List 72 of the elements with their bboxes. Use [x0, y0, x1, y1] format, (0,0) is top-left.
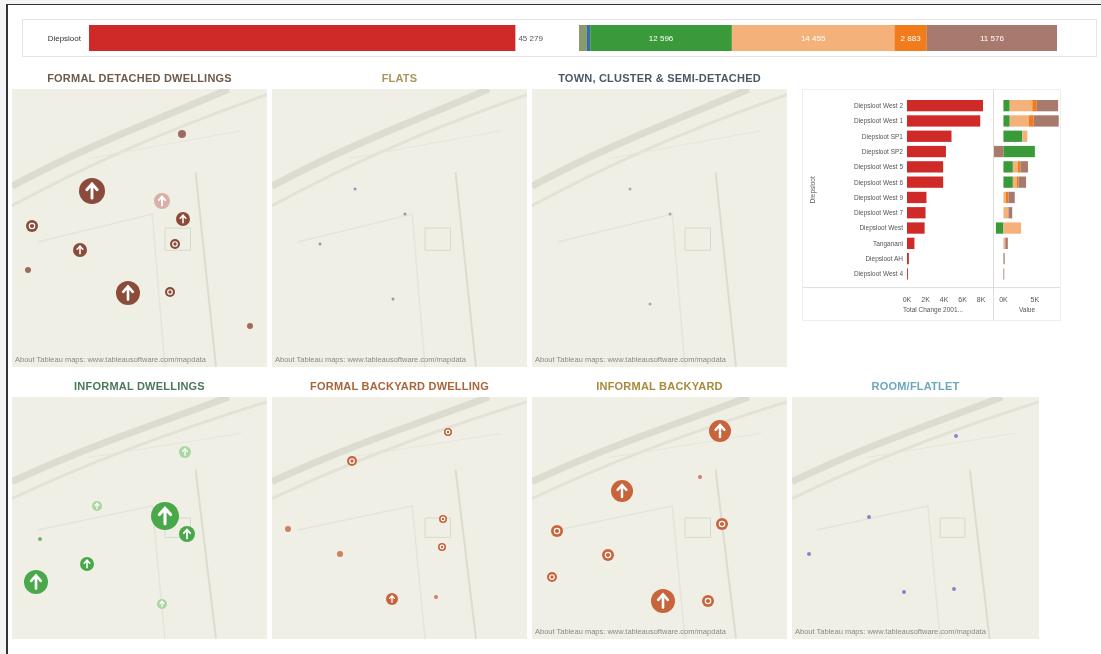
arrow-marker-icon [92, 501, 102, 511]
ring-marker-icon [26, 220, 38, 232]
ring-marker-icon [547, 572, 557, 582]
dot-marker-icon [954, 434, 958, 438]
map-title: INFORMAL BACKYARD [596, 379, 723, 393]
bar [907, 222, 925, 234]
ring-marker-icon [444, 428, 452, 436]
ring-marker-icon [702, 595, 714, 607]
map-title: FLATS [381, 71, 418, 85]
ring-marker-icon [170, 239, 180, 249]
arrow-marker-icon [651, 589, 675, 613]
ring-marker-icon [716, 518, 728, 530]
map-title: INFORMAL DWELLINGS [74, 379, 205, 393]
dot-marker-icon [668, 212, 672, 216]
arrow-marker-icon [386, 593, 398, 605]
bar [907, 191, 927, 204]
ring-marker-icon [551, 525, 563, 537]
dot-marker-icon [952, 587, 956, 591]
arrow-marker-icon [154, 193, 170, 209]
dot-marker-icon [648, 302, 652, 306]
bar [907, 237, 915, 249]
arrow-marker-icon [176, 212, 190, 226]
bar [907, 161, 944, 173]
dot-marker-icon [337, 551, 343, 557]
map-title: FORMAL DETACHED DWELLINGS [47, 71, 232, 85]
value-label: 45 279 [518, 34, 543, 43]
ring-marker-icon [438, 543, 446, 551]
value-label: 11 576 [980, 34, 1004, 43]
map-title: FORMAL BACKYARD DWELLING [310, 379, 489, 393]
dot-marker-icon [353, 187, 357, 191]
block-outline [684, 517, 711, 538]
block-outline [164, 227, 191, 251]
dot-marker-icon [285, 526, 291, 532]
dot-marker-icon [403, 212, 407, 216]
arrow-marker-icon [157, 599, 167, 609]
arrow-marker-icon [116, 281, 140, 305]
ring-marker-icon [602, 549, 614, 561]
dot-marker-icon [25, 267, 31, 273]
dot-marker-icon [38, 537, 42, 541]
bar [907, 176, 944, 188]
category-label: Diepsloot [47, 34, 81, 43]
arrow-marker-icon [80, 557, 94, 571]
dot-marker-icon [247, 323, 253, 329]
value-label: 2 883 [900, 34, 921, 43]
dot-marker-icon [867, 515, 871, 519]
arrow-marker-icon [24, 570, 48, 594]
dot-marker-icon [318, 242, 322, 246]
dot-marker-icon [628, 187, 632, 191]
arrow-marker-icon [179, 446, 191, 458]
ring-marker-icon [165, 287, 175, 297]
block-outline [684, 227, 711, 251]
value-label: 12 596 [648, 34, 674, 43]
ring-marker-icon [439, 515, 447, 523]
dot-marker-icon [178, 130, 186, 138]
map-title: ROOM/FLATLET [871, 379, 960, 393]
bar [907, 130, 952, 142]
value-label: 14 455 [800, 34, 826, 43]
dot-marker-icon [807, 552, 811, 556]
dot-marker-icon [698, 475, 702, 479]
arrow-marker-icon [611, 480, 633, 502]
block-outline [424, 227, 451, 251]
dot-marker-icon [902, 590, 906, 594]
ring-marker-icon [347, 456, 357, 466]
arrow-marker-icon [73, 243, 87, 257]
dot-marker-icon [434, 595, 438, 599]
dot-marker-icon [391, 297, 395, 301]
bar [907, 207, 926, 219]
block-outline [424, 517, 451, 538]
bar [907, 145, 946, 158]
arrow-marker-icon [709, 420, 731, 442]
map-title: TOWN, CLUSTER & SEMI-DETACHED [558, 71, 761, 85]
arrow-marker-icon [79, 178, 105, 204]
